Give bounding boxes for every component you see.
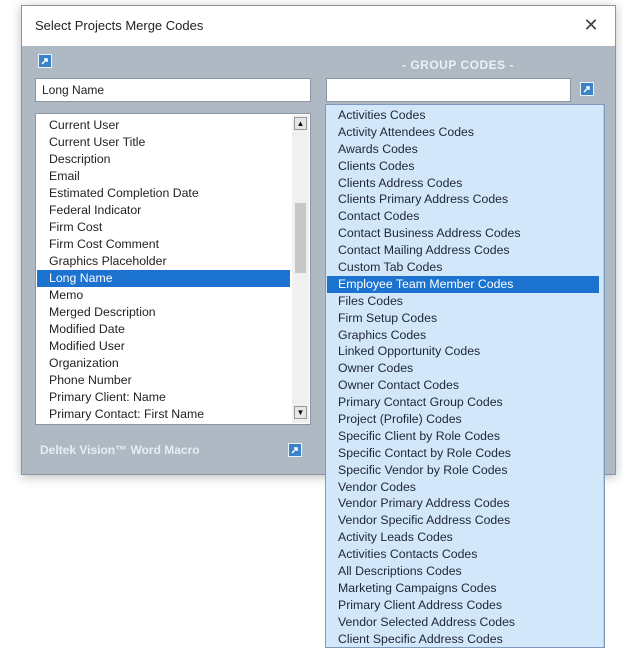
group-code-option[interactable]: Contact Business Address Codes bbox=[327, 225, 599, 242]
field-list-item[interactable]: Primary Client: Name bbox=[37, 389, 290, 406]
group-code-option[interactable]: Project (Profile) Codes bbox=[327, 411, 599, 428]
field-list-item[interactable]: Merged Description bbox=[37, 304, 290, 321]
group-code-option[interactable]: Linked Opportunity Codes bbox=[327, 343, 599, 360]
field-list-item[interactable]: Estimated Completion Date bbox=[37, 185, 290, 202]
scroll-thumb[interactable] bbox=[295, 203, 306, 273]
field-list-item[interactable]: Organization bbox=[37, 355, 290, 372]
group-code-option[interactable]: Activities Contacts Codes bbox=[327, 546, 599, 563]
group-code-option[interactable]: Activity Attendees Codes bbox=[327, 124, 599, 141]
field-name-input[interactable]: Long Name bbox=[35, 78, 311, 102]
arrow-icon bbox=[41, 58, 48, 65]
scroll-up-icon[interactable]: ▲ bbox=[294, 117, 307, 130]
group-code-option[interactable]: Firm Setup Codes bbox=[327, 310, 599, 327]
group-code-option[interactable]: Primary Contact Group Codes bbox=[327, 394, 599, 411]
group-codes-dropdown[interactable]: Activities Codes Activity Attendees Codes… bbox=[325, 104, 605, 648]
arrow-icon bbox=[583, 86, 590, 93]
field-list-item[interactable]: Memo bbox=[37, 287, 290, 304]
group-code-option[interactable]: Custom Tab Codes bbox=[327, 259, 599, 276]
footer-arrow-button[interactable] bbox=[288, 443, 302, 457]
insert-field-button[interactable] bbox=[38, 54, 52, 68]
group-code-option[interactable]: Contact Mailing Address Codes bbox=[327, 242, 599, 259]
group-code-option[interactable]: Specific Vendor by Role Codes bbox=[327, 462, 599, 479]
group-code-option[interactable]: Clients Address Codes bbox=[327, 175, 599, 192]
group-code-option[interactable]: Employee Team Member Codes bbox=[327, 275, 599, 293]
field-list-item[interactable]: Firm Cost bbox=[37, 219, 290, 236]
scroll-down-icon[interactable]: ▼ bbox=[294, 406, 307, 419]
group-code-option[interactable]: Owner Codes bbox=[327, 360, 599, 377]
field-list-item[interactable]: Modified User bbox=[37, 338, 290, 355]
field-list-item[interactable]: Firm Cost Comment bbox=[37, 236, 290, 253]
field-list-item[interactable]: Phone Number bbox=[37, 372, 290, 389]
group-code-option[interactable]: Client Specific Address Codes bbox=[327, 631, 599, 647]
group-code-option[interactable]: Vendor Codes bbox=[327, 479, 599, 496]
group-code-option[interactable]: Clients Primary Address Codes bbox=[327, 191, 599, 208]
group-codes-header: - GROUP CODES - bbox=[402, 58, 514, 72]
fields-listbox[interactable]: Current User Current User Title Descriptio… bbox=[35, 113, 311, 425]
field-list-item[interactable]: Long Name bbox=[37, 270, 290, 287]
field-list-item[interactable]: Email bbox=[37, 168, 290, 185]
field-list-item[interactable]: Modified Date bbox=[37, 321, 290, 338]
group-code-option[interactable]: Activities Codes bbox=[327, 107, 599, 124]
group-codes-list: Activities Codes Activity Attendees Codes… bbox=[327, 107, 599, 647]
field-list-item[interactable]: Federal Indicator bbox=[37, 202, 290, 219]
field-list-item[interactable]: Primary Contact: First Name bbox=[37, 406, 290, 423]
group-code-option[interactable]: Vendor Specific Address Codes bbox=[327, 512, 599, 529]
group-code-option[interactable]: Activity Leads Codes bbox=[327, 529, 599, 546]
group-code-option[interactable]: Primary Client Address Codes bbox=[327, 597, 599, 614]
group-code-option[interactable]: Clients Codes bbox=[327, 158, 599, 175]
macro-label: Deltek Vision™ Word Macro bbox=[40, 443, 200, 457]
field-list-item[interactable]: Graphics Placeholder bbox=[37, 253, 290, 270]
group-code-option[interactable]: Specific Client by Role Codes bbox=[327, 428, 599, 445]
group-code-option[interactable]: Owner Contact Codes bbox=[327, 377, 599, 394]
field-list-item[interactable]: Current User Title bbox=[37, 134, 290, 151]
fields-list: Current User Current User Title Descriptio… bbox=[37, 117, 290, 423]
group-code-option[interactable]: Specific Contact by Role Codes bbox=[327, 445, 599, 462]
insert-group-button[interactable] bbox=[580, 82, 594, 96]
group-code-option[interactable]: Contact Codes bbox=[327, 208, 599, 225]
close-icon[interactable]: ✕ bbox=[581, 15, 601, 35]
dropdown-edge bbox=[603, 105, 604, 647]
group-code-option[interactable]: Awards Codes bbox=[327, 141, 599, 158]
group-code-option[interactable]: All Descriptions Codes bbox=[327, 563, 599, 580]
group-code-option[interactable]: Marketing Campaigns Codes bbox=[327, 580, 599, 597]
fields-scrollbar[interactable]: ▲ ▼ bbox=[292, 115, 309, 423]
title-bar: Select Projects Merge Codes ✕ bbox=[22, 6, 615, 46]
field-list-item[interactable]: Description bbox=[37, 151, 290, 168]
group-code-option[interactable]: Graphics Codes bbox=[327, 327, 599, 344]
group-code-option[interactable]: Files Codes bbox=[327, 293, 599, 310]
group-code-option[interactable]: Vendor Selected Address Codes bbox=[327, 614, 599, 631]
arrow-icon bbox=[291, 447, 298, 454]
group-code-option[interactable]: Vendor Primary Address Codes bbox=[327, 495, 599, 512]
group-codes-input[interactable] bbox=[326, 78, 571, 102]
field-list-item[interactable]: Current User bbox=[37, 117, 290, 134]
dialog-title: Select Projects Merge Codes bbox=[35, 18, 204, 33]
